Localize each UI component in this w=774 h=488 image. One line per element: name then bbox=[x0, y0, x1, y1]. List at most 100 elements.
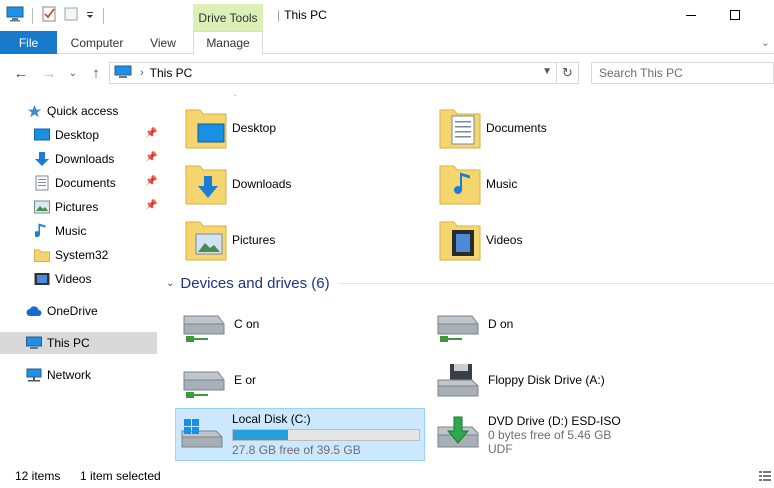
ribbon-tab-bar: File Computer View Manage ⌄ bbox=[0, 31, 774, 55]
toolbar-divider bbox=[32, 7, 33, 24]
folder-pictures[interactable]: Pictures bbox=[184, 214, 424, 266]
sidebar-item-label: Documents bbox=[55, 176, 116, 190]
videos-icon bbox=[34, 271, 50, 287]
drive-local-disk-c[interactable]: Local Disk (C:) 27.8 GB free of 39.5 GB bbox=[175, 408, 425, 461]
folder-label: Documents bbox=[486, 121, 547, 135]
drive-filesystem: UDF bbox=[488, 441, 513, 456]
quick-access-toolbar bbox=[6, 6, 106, 25]
breadcrumb-chevron-icon[interactable]: › bbox=[140, 67, 144, 79]
network-drive-icon bbox=[432, 302, 482, 346]
sidebar-item-pictures[interactable]: Pictures 📌 bbox=[34, 196, 160, 218]
folder-desktop[interactable]: Desktop bbox=[184, 102, 424, 154]
drive-dvd-d[interactable]: DVD Drive (D:) ESD-ISO 0 bytes free of 5… bbox=[432, 408, 682, 461]
properties-icon[interactable] bbox=[41, 6, 57, 25]
drive-label: DVD Drive (D:) ESD-ISO bbox=[488, 413, 621, 428]
tab-manage[interactable]: Manage bbox=[193, 31, 263, 55]
expand-ribbon-icon[interactable]: ⌄ bbox=[761, 36, 770, 49]
search-box[interactable] bbox=[591, 62, 774, 84]
sidebar-item-downloads[interactable]: Downloads 📌 bbox=[34, 148, 160, 170]
tab-file[interactable]: File bbox=[0, 31, 57, 54]
search-input[interactable] bbox=[599, 66, 749, 80]
sidebar-item-this-pc[interactable]: This PC bbox=[0, 332, 157, 354]
drive-floppy-a[interactable]: Floppy Disk Drive (A:) bbox=[432, 354, 682, 406]
folder-documents[interactable]: Documents bbox=[438, 102, 678, 154]
desktop-icon bbox=[34, 127, 50, 143]
folder-icon bbox=[34, 247, 50, 263]
navigation-pane: Quick access Desktop 📌 Downloads 📌 Docum… bbox=[0, 92, 160, 462]
window-title-text: This PC bbox=[284, 8, 327, 22]
folder-label: Desktop bbox=[232, 121, 277, 135]
sidebar-item-documents[interactable]: Documents 📌 bbox=[34, 172, 160, 194]
sidebar-item-label: Downloads bbox=[55, 152, 115, 166]
sidebar-item-system32[interactable]: System32 bbox=[34, 244, 108, 266]
window-title: | This PC bbox=[277, 8, 327, 22]
sidebar-item-label: Videos bbox=[55, 272, 92, 286]
drive-c-on[interactable]: C on bbox=[178, 298, 428, 350]
address-bar[interactable]: › This PC ▼ bbox=[109, 62, 557, 84]
navigation-bar: ← → ⌄ ↑ › This PC ▼ ↻ bbox=[0, 59, 774, 87]
scrolled-group-indicator: . bbox=[234, 88, 237, 98]
item-count: 12 items bbox=[15, 469, 61, 483]
folder-downloads[interactable]: Downloads bbox=[184, 158, 424, 210]
minimize-button[interactable] bbox=[676, 4, 706, 26]
forward-button[interactable]: → bbox=[38, 63, 60, 83]
documents-icon bbox=[34, 175, 50, 191]
refresh-button[interactable]: ↻ bbox=[557, 62, 579, 84]
group-title: Devices and drives (6) bbox=[180, 274, 330, 292]
status-bar: 12 items 1 item selected bbox=[0, 464, 774, 488]
folder-videos[interactable]: Videos bbox=[438, 214, 678, 266]
drive-label: C on bbox=[234, 317, 260, 331]
tab-view[interactable]: View bbox=[140, 31, 186, 54]
dvd-drive-icon bbox=[432, 413, 482, 457]
sidebar-item-label: OneDrive bbox=[47, 304, 98, 318]
customize-toolbar-icon[interactable] bbox=[85, 9, 95, 23]
pin-icon[interactable]: 📌 bbox=[145, 176, 157, 187]
pictures-folder-icon bbox=[184, 216, 228, 264]
sidebar-item-quick-access[interactable]: Quick access bbox=[26, 100, 118, 122]
tab-computer[interactable]: Computer bbox=[62, 31, 132, 54]
star-icon bbox=[26, 103, 42, 119]
network-drive-icon bbox=[178, 358, 228, 402]
network-icon bbox=[26, 367, 42, 383]
sidebar-item-label: System32 bbox=[55, 248, 109, 262]
sidebar-item-desktop[interactable]: Desktop 📌 bbox=[34, 124, 160, 146]
back-button[interactable]: ← bbox=[10, 63, 32, 83]
recent-locations-button[interactable]: ⌄ bbox=[62, 63, 84, 83]
pin-icon[interactable]: 📌 bbox=[145, 152, 157, 163]
details-view-icon[interactable] bbox=[758, 469, 772, 486]
sidebar-item-label: This PC bbox=[47, 336, 90, 350]
drive-free-space: 27.8 GB free of 39.5 GB bbox=[232, 443, 361, 457]
drive-free-space: 0 bytes free of 5.46 GB bbox=[488, 427, 612, 442]
content-pane: . Desktop Documents Downloads Music Pict… bbox=[160, 88, 774, 462]
collapse-chevron-icon[interactable]: ⌄ bbox=[166, 278, 174, 289]
sidebar-item-label: Music bbox=[55, 224, 87, 238]
pin-icon[interactable]: 📌 bbox=[145, 200, 157, 211]
folder-music[interactable]: Music bbox=[438, 158, 678, 210]
devices-group-header[interactable]: ⌄ Devices and drives (6) bbox=[166, 272, 774, 294]
maximize-button[interactable] bbox=[720, 4, 750, 26]
pin-icon[interactable]: 📌 bbox=[145, 128, 157, 139]
selection-count: 1 item selected bbox=[80, 469, 161, 483]
sidebar-item-label: Network bbox=[47, 368, 92, 382]
sidebar-item-videos[interactable]: Videos bbox=[34, 268, 91, 290]
up-button[interactable]: ↑ bbox=[85, 63, 107, 83]
sidebar-item-music[interactable]: Music bbox=[34, 220, 86, 242]
music-icon bbox=[34, 223, 50, 239]
drive-label: Local Disk (C:) bbox=[232, 412, 311, 426]
sidebar-item-network[interactable]: Network bbox=[26, 364, 91, 386]
drive-e-or[interactable]: E or bbox=[178, 354, 428, 406]
drive-tools-context-label: Drive Tools bbox=[193, 4, 263, 31]
new-folder-icon[interactable] bbox=[63, 6, 79, 25]
music-folder-icon bbox=[438, 160, 482, 208]
desktop-folder-icon bbox=[184, 104, 228, 152]
drive-d-on[interactable]: D on bbox=[432, 298, 682, 350]
floppy-drive-icon bbox=[432, 358, 482, 402]
drive-label: D on bbox=[488, 317, 514, 331]
pictures-icon bbox=[34, 199, 50, 215]
folder-label: Videos bbox=[486, 233, 523, 247]
windows-drive-icon bbox=[176, 413, 226, 457]
sidebar-item-onedrive[interactable]: OneDrive bbox=[26, 300, 98, 322]
breadcrumb-this-pc[interactable]: This PC bbox=[150, 66, 193, 80]
address-dropdown-icon[interactable]: ▼ bbox=[542, 66, 552, 77]
computer-icon[interactable] bbox=[6, 6, 24, 25]
